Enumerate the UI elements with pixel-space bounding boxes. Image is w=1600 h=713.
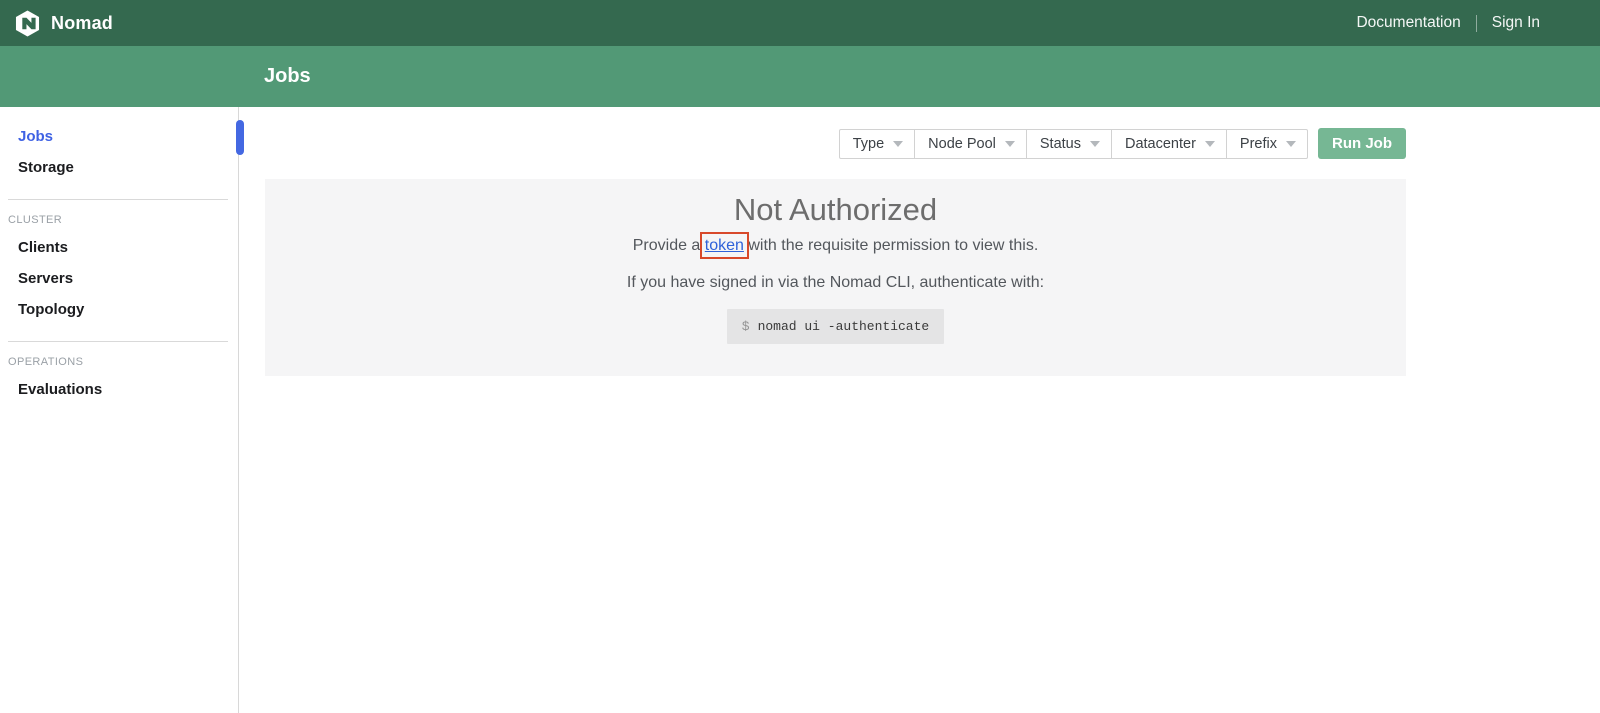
filter-status-dropdown[interactable]: Status: [1026, 129, 1112, 159]
sidebar-divider: [8, 341, 228, 342]
shell-prompt: $: [742, 319, 750, 334]
cli-command: nomad ui -authenticate: [758, 319, 930, 334]
brand[interactable]: Nomad: [14, 10, 113, 37]
chevron-down-icon: [1205, 141, 1215, 147]
provide-token-prefix: Provide a: [633, 237, 705, 254]
nomad-logo-icon: [14, 10, 41, 37]
filter-prefix-dropdown[interactable]: Prefix: [1226, 129, 1308, 159]
chevron-down-icon: [1005, 141, 1015, 147]
provide-token-suffix: with the requisite permission to view th…: [744, 237, 1038, 254]
brand-name: Nomad: [51, 13, 113, 34]
page-header: Jobs: [0, 46, 1600, 107]
filter-datacenter-label: Datacenter: [1125, 136, 1196, 152]
sidebar-section-operations: OPERATIONS: [0, 356, 238, 374]
sidebar-item-servers[interactable]: Servers: [0, 263, 238, 294]
topbar-separator: [1476, 15, 1477, 32]
sidebar-item-jobs[interactable]: Jobs: [0, 121, 238, 152]
filter-type-dropdown[interactable]: Type: [839, 129, 915, 159]
chevron-down-icon: [893, 141, 903, 147]
filter-type-label: Type: [853, 136, 884, 152]
sidebar-resize-handle[interactable]: [236, 120, 244, 155]
not-authorized-panel: Not Authorized Provide a token with the …: [265, 179, 1406, 376]
sign-in-link[interactable]: Sign In: [1492, 14, 1540, 32]
filter-node-pool-dropdown[interactable]: Node Pool: [914, 129, 1027, 159]
filter-prefix-label: Prefix: [1240, 136, 1277, 152]
sidebar-item-evaluations[interactable]: Evaluations: [0, 374, 238, 405]
sidebar-divider: [8, 199, 228, 200]
sidebar-item-clients[interactable]: Clients: [0, 232, 238, 263]
page-title: Jobs: [264, 65, 311, 88]
filter-group: Type Node Pool Status Datacenter: [839, 129, 1308, 159]
documentation-link[interactable]: Documentation: [1356, 14, 1460, 32]
filter-status-label: Status: [1040, 136, 1081, 152]
token-highlight-box: token: [705, 237, 744, 254]
token-link[interactable]: token: [705, 237, 744, 254]
cli-command-code: $ nomad ui -authenticate: [727, 309, 944, 344]
sidebar: Jobs Storage CLUSTER Clients Servers Top…: [0, 107, 239, 713]
run-job-button[interactable]: Run Job: [1318, 128, 1406, 159]
provide-token-text: Provide a token with the requisite permi…: [265, 237, 1406, 255]
filter-node-pool-label: Node Pool: [928, 136, 996, 152]
top-nav: Nomad Documentation Sign In: [0, 0, 1600, 46]
sidebar-section-cluster: CLUSTER: [0, 214, 238, 232]
main-content: Type Node Pool Status Datacenter: [239, 107, 1600, 713]
chevron-down-icon: [1090, 141, 1100, 147]
chevron-down-icon: [1286, 141, 1296, 147]
not-authorized-heading: Not Authorized: [265, 192, 1406, 228]
sidebar-item-storage[interactable]: Storage: [0, 152, 238, 183]
topbar-links: Documentation Sign In: [1356, 14, 1540, 32]
cli-hint-text: If you have signed in via the Nomad CLI,…: [265, 274, 1406, 292]
jobs-toolbar: Type Node Pool Status Datacenter: [265, 128, 1406, 159]
filter-datacenter-dropdown[interactable]: Datacenter: [1111, 129, 1227, 159]
sidebar-item-topology[interactable]: Topology: [0, 294, 238, 325]
